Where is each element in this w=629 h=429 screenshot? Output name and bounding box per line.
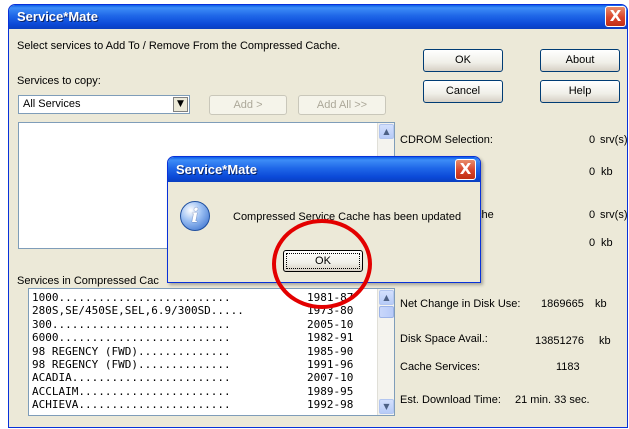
net-change-label: Net Change in Disk Use: [400,298,521,310]
cache-item-name: 6000.......................... [32,332,231,344]
cdrom-selection-label: CDROM Selection: [400,134,493,146]
cache-item-years: 1992-98 [306,398,354,412]
dialog-close-button[interactable]: X [455,159,476,180]
cache-item-name: ACCLAIM....................... [32,385,231,397]
dialog-title: Service*Mate [176,162,257,177]
services-to-copy-label: Services to copy: [17,75,101,87]
instructions-text: Select services to Add To / Remove From … [17,40,341,52]
cache-item-years: 1982-91 [306,331,354,345]
cache-item-years: 2005-10 [306,317,354,331]
cache-item-name: 98 REGENCY (FWD).............. [32,345,231,357]
cache-list-scrollbar[interactable]: ▲ ▼ [377,289,394,415]
cdrom-size-unit: kb [601,166,613,178]
cache-list-item[interactable]: ACCLAIM....................... 1989-95 [32,384,372,398]
cache-item-name: 98 REGENCY (FWD).............. [32,359,231,370]
cache-size-unit: kb [601,237,613,249]
cdrom-selection-value: 0 [589,134,596,146]
cache-list-item[interactable]: 6000.......................... 1982-91 [32,331,372,345]
info-icon: i [180,201,210,231]
net-change-value: 1869665 [541,298,584,310]
cache-list-item[interactable]: 300........................... 2005-10 [32,317,372,331]
net-change-unit: kb [595,298,607,310]
cache-list-item[interactable]: 98 REGENCY (FWD).............. 1991-96 [32,359,372,370]
cache-list-item[interactable]: 98 REGENCY (FWD).............. 1985-90 [32,344,372,358]
scroll-up-icon[interactable]: ▲ [379,290,394,305]
cdrom-selection-unit: srv(s) [600,134,628,146]
about-button[interactable]: About [540,49,620,72]
cache-item-years: 1991-96 [306,358,354,371]
compressed-cache-list[interactable]: ▲ ▼ 1000.......................... 1981-8… [28,288,395,416]
main-close-button[interactable]: X [605,6,626,27]
cache-size-value: 0 [589,237,596,249]
cache-item-years: 2007-10 [306,371,354,385]
help-button[interactable]: Help [540,80,620,103]
disk-space-label: Disk Space Avail.: [400,333,488,345]
cdrom-size-value: 0 [589,166,596,178]
main-title: Service*Mate [17,9,98,24]
ok-button[interactable]: OK [423,49,503,72]
cache-item-name: 280S,SE/450SE,SEL,6.9/300SD..... [32,305,244,317]
add-button[interactable]: Add > [209,95,287,115]
download-time-value: 21 min. 33 sec. [515,394,590,406]
chevron-down-icon[interactable]: ▼ [173,97,188,112]
cache-services-value: 1183 [556,361,580,373]
cache-list-item[interactable]: ACHIEVA....................... 1992-98 [32,398,372,412]
download-time-label: Est. Download Time: [400,394,501,406]
add-all-button[interactable]: Add All >> [298,95,386,115]
cache-item-name: ACHIEVA....................... [32,399,231,411]
services-combo-value: All Services [23,98,81,110]
dialog-titlebar[interactable]: Service*Mate X [168,157,480,182]
cache-item-name: 300........................... [32,318,231,330]
scroll-up-icon[interactable]: ▲ [379,124,394,139]
cache-item-years: 1989-95 [306,384,354,398]
dialog-message: Compressed Service Cache has been update… [233,211,462,223]
services-combo[interactable]: All Services ▼ [18,95,190,114]
cache-selection-value: 0 [589,209,596,221]
cache-selection-unit: srv(s) [600,209,628,221]
scroll-down-icon[interactable]: ▼ [379,399,394,414]
cache-list-item[interactable]: ACADIA........................ 2007-10 [32,371,372,385]
cache-item-years: 1985-90 [306,344,354,358]
scroll-thumb[interactable] [379,306,394,318]
cache-list-label: Services in Compressed Cac [17,275,159,287]
disk-space-value: 13851276 [535,335,584,347]
cache-services-label: Cache Services: [400,361,481,373]
cancel-button[interactable]: Cancel [423,80,503,103]
disk-space-unit: kb [599,335,611,347]
main-titlebar[interactable]: Service*Mate X [9,5,627,29]
annotation-circle [272,219,372,309]
cache-item-name: ACADIA........................ [32,372,231,384]
